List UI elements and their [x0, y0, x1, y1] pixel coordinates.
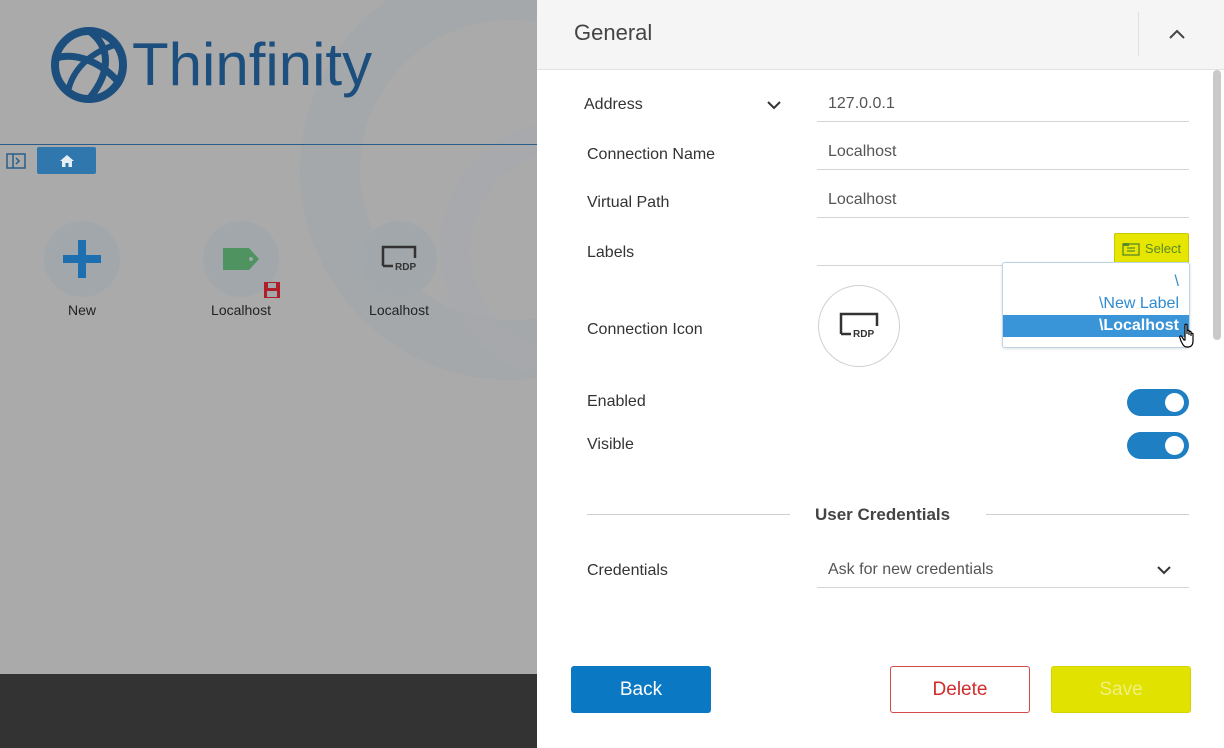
logo-text: Thinfinity [132, 31, 373, 98]
virtual-path-label: Virtual Path [587, 194, 670, 211]
hand-cursor-icon [1179, 323, 1194, 348]
connection-icon-picker[interactable]: RDP [818, 285, 900, 367]
address-field[interactable]: 127.0.0.1 [817, 88, 1189, 122]
tile-circle: RDP [361, 221, 437, 297]
credentials-label: Credentials [587, 562, 668, 579]
plus-icon [63, 240, 101, 278]
connection-icon-label: Connection Icon [587, 321, 703, 338]
connection-name-label: Connection Name [587, 146, 716, 163]
tile-localhost-label[interactable]: Localhost [191, 221, 291, 318]
tile-label: Localhost [369, 302, 429, 318]
tile-label: Localhost [211, 302, 271, 318]
background-app: Thinfinity New Localhost RDP Localhost [0, 0, 537, 748]
dropdown-item-localhost[interactable]: \Localhost [1003, 315, 1189, 337]
enabled-label: Enabled [587, 393, 646, 410]
delete-button[interactable]: Delete [890, 666, 1030, 713]
save-disk-icon [264, 282, 280, 298]
app-header: Thinfinity [0, 0, 537, 145]
address-label: Address [584, 96, 643, 113]
tile-label: New [67, 302, 96, 318]
visible-toggle[interactable] [1127, 432, 1189, 459]
labels-label: Labels [587, 244, 635, 261]
section-divider-right [986, 514, 1189, 515]
toggle-knob [1165, 393, 1184, 412]
panel-title: General [574, 20, 653, 45]
connection-edit-panel: General Address 127.0.0.1 Connection Nam… [537, 0, 1224, 748]
connection-name-field[interactable]: Localhost [817, 136, 1189, 170]
rdp-icon: RDP [381, 245, 416, 273]
thinfinity-logo: Thinfinity [50, 26, 372, 104]
address-value: 127.0.0.1 [828, 95, 895, 112]
virtual-path-field[interactable]: Localhost [817, 184, 1189, 218]
folder-tree-icon [1122, 242, 1140, 256]
save-button[interactable]: Save [1051, 666, 1191, 713]
logo-mark-icon [51, 27, 127, 103]
user-credentials-heading: User Credentials [815, 505, 951, 524]
connection-name-value: Localhost [828, 143, 897, 160]
tile-new[interactable]: New [32, 221, 132, 318]
home-tab[interactable] [37, 147, 96, 174]
header-divider [1138, 12, 1139, 56]
tile-circle [203, 221, 280, 298]
labels-dropdown: \ \New Label \Localhost [1002, 262, 1190, 348]
credentials-select[interactable]: Ask for new credentials [817, 554, 1189, 588]
dropdown-item-new-label[interactable]: \New Label [1003, 293, 1189, 315]
tile-circle [44, 221, 120, 297]
chevron-down-icon[interactable] [1155, 561, 1173, 579]
address-chevron-down-icon[interactable] [765, 96, 783, 114]
select-labels-button[interactable]: Select [1114, 233, 1189, 264]
collapse-button[interactable] [1165, 22, 1189, 46]
enabled-toggle[interactable] [1127, 389, 1189, 416]
virtual-path-value: Localhost [828, 191, 897, 208]
section-divider-left [587, 514, 790, 515]
toggle-knob [1165, 436, 1184, 455]
chevron-up-icon [1169, 29, 1185, 39]
dropdown-item-root[interactable]: \ [1003, 271, 1189, 293]
back-button[interactable]: Back [571, 666, 711, 713]
tile-localhost-rdp[interactable]: RDP Localhost [349, 221, 449, 318]
svg-text:RDP: RDP [395, 262, 416, 273]
sidebar-toggle-icon[interactable] [4, 151, 28, 171]
scrollbar-thumb[interactable] [1213, 70, 1221, 340]
rdp-icon-text: RDP [853, 329, 875, 340]
select-button-label: Select [1144, 241, 1182, 256]
panel-header: General [537, 0, 1224, 70]
tag-icon [223, 248, 259, 270]
bottom-bar [0, 674, 537, 748]
visible-label: Visible [587, 436, 634, 453]
home-icon [59, 154, 74, 167]
app-toolbar [0, 147, 537, 174]
credentials-value: Ask for new credentials [828, 561, 994, 578]
